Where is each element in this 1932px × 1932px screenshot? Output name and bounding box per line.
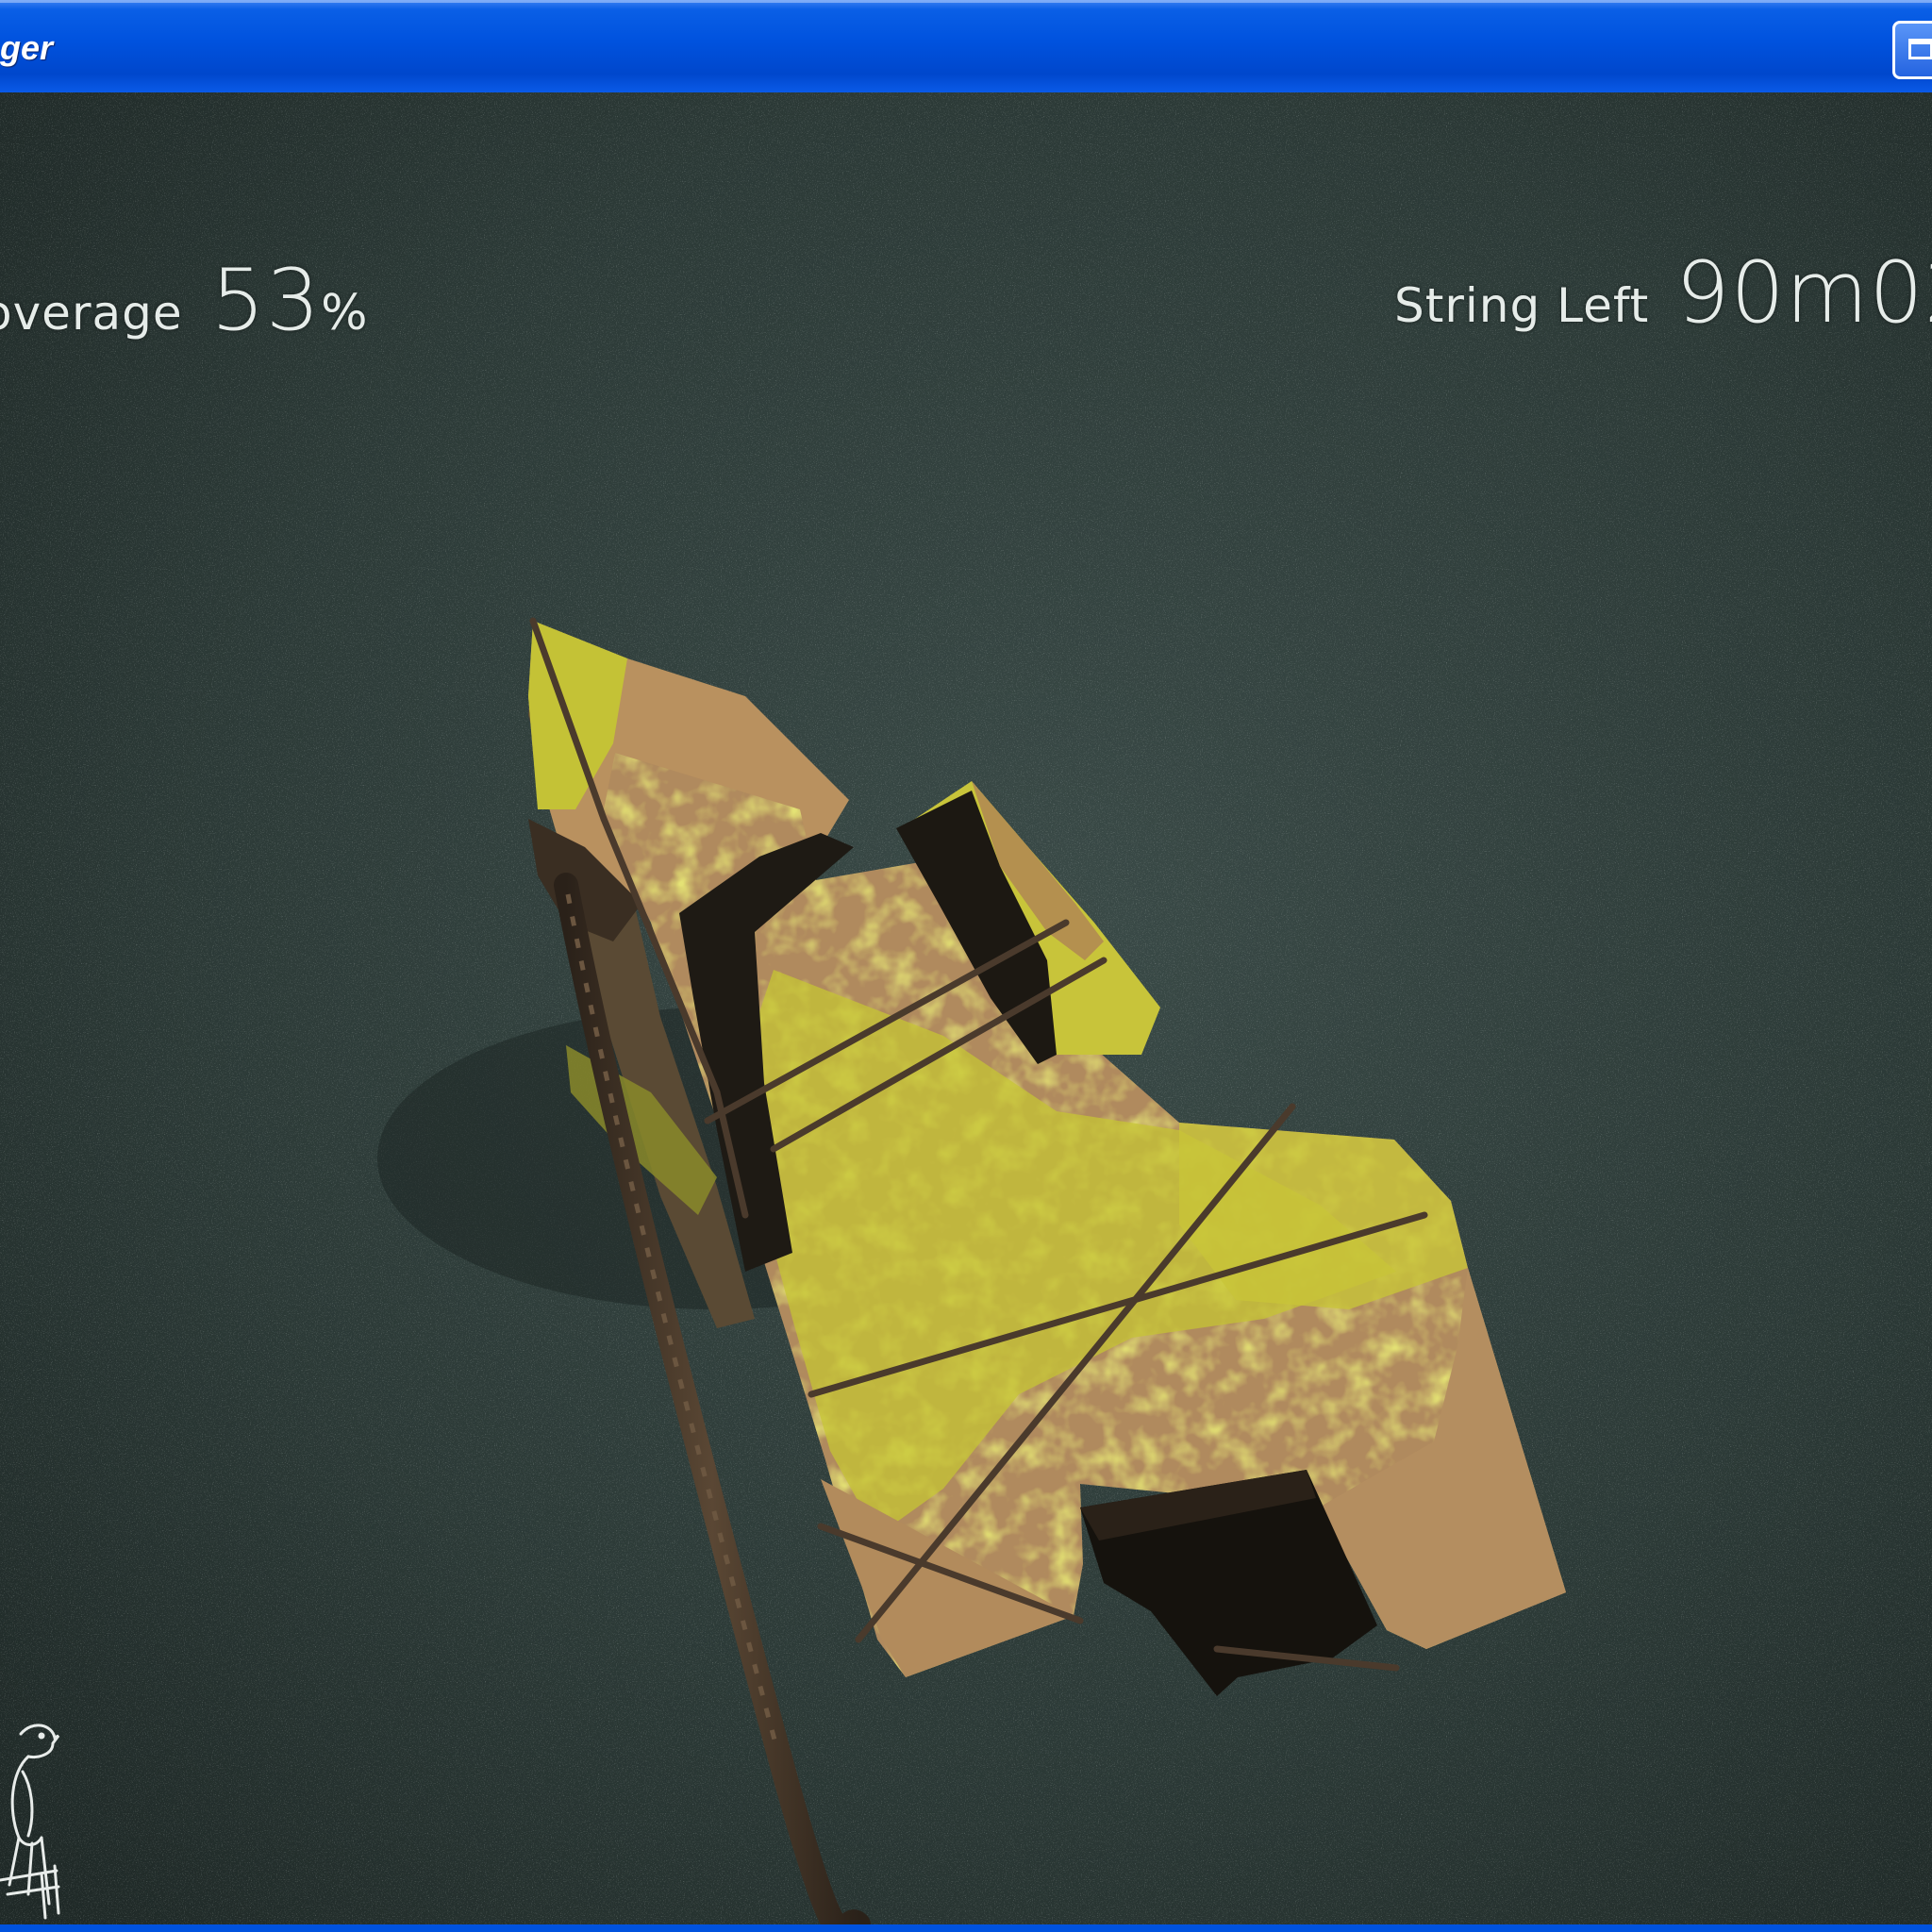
restore-window-button[interactable] bbox=[1892, 21, 1932, 79]
window-title: ger bbox=[0, 28, 54, 67]
coverage-unit: % bbox=[321, 285, 369, 341]
game-viewport[interactable]: overage 53% String Left 90m02 bbox=[0, 92, 1932, 1924]
game-scene[interactable] bbox=[0, 92, 1932, 1924]
bird-sketch-icon bbox=[0, 1724, 60, 1920]
string-left-readout: String Left 90m02 bbox=[1394, 243, 1932, 342]
coverage-label: overage bbox=[0, 286, 183, 341]
restore-window-icon bbox=[1908, 39, 1932, 59]
game-window: ger overage 53% String Left 90m0 bbox=[0, 0, 1932, 1932]
window-bottom-border bbox=[0, 1924, 1932, 1932]
string-left-value: 90m02 bbox=[1675, 243, 1932, 342]
string-left-label: String Left bbox=[1394, 278, 1650, 333]
coverage-readout: overage 53% bbox=[0, 251, 369, 350]
title-bar[interactable]: ger bbox=[0, 0, 1932, 92]
coverage-value: 53 bbox=[210, 251, 322, 350]
